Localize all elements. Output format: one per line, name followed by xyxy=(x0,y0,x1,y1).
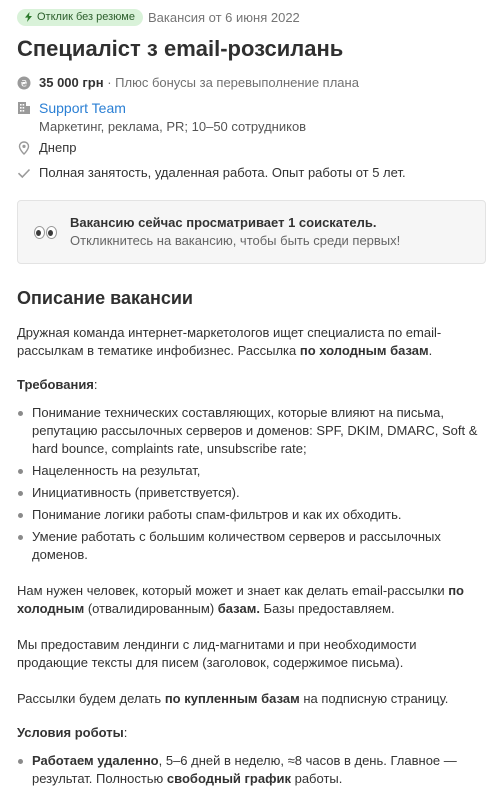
eyes-icon xyxy=(34,225,60,239)
description-paragraph: Рассылки будем делать по купленным базам… xyxy=(17,691,449,706)
posted-date: Вакансия от 6 июня 2022 xyxy=(147,9,300,25)
building-icon xyxy=(17,99,39,115)
coin-icon: ₴ xyxy=(17,74,39,90)
company-details: Маркетинг, реклама, PR; 10–50 сотруднико… xyxy=(39,119,307,134)
requirements-label: Требования: xyxy=(17,377,98,392)
vacancy-meta: ₴ 35 000 грн · Плюс бонусы за перевыполн… xyxy=(17,74,486,186)
list-item: Понимание логики работы спам-фильтров и … xyxy=(17,506,486,524)
svg-text:₴: ₴ xyxy=(21,80,28,90)
notice-title: Вакансию сейчас просматривает 1 соискате… xyxy=(70,215,377,230)
list-item: Умение работать с большим количеством се… xyxy=(17,528,486,564)
employment-details: Полная занятость, удаленная работа. Опыт… xyxy=(39,165,406,180)
conditions-label: Условия роботы: xyxy=(17,725,128,740)
checkmark-icon xyxy=(17,164,39,180)
viewers-notice: Вакансию сейчас просматривает 1 соискате… xyxy=(17,200,486,264)
description-paragraph: Мы предоставим лендинги с лид-магнитами … xyxy=(17,637,417,670)
company-row: Support Team Маркетинг, реклама, PR; 10–… xyxy=(17,99,486,136)
conditions-list: Работаем удаленно, 5–6 дней в неделю, ≈8… xyxy=(17,752,486,788)
vacancy-header-meta: Отклик без резюме Вакансия от 6 июня 202… xyxy=(17,8,486,26)
location-pin-icon xyxy=(17,139,39,155)
description-heading: Описание вакансии xyxy=(17,288,194,308)
description-intro: Дружная команда интернет-маркетологов ищ… xyxy=(17,325,442,358)
list-item: Работаем удаленно, 5–6 дней в неделю, ≈8… xyxy=(17,752,486,788)
vacancy-page: Отклик без резюме Вакансия от 6 июня 202… xyxy=(0,0,503,788)
salary-row: ₴ 35 000 грн · Плюс бонусы за перевыполн… xyxy=(17,74,486,96)
lightning-icon xyxy=(25,12,32,22)
location: Днепр xyxy=(39,140,77,155)
list-item: Инициативность (приветствуется). xyxy=(17,484,486,502)
location-row: Днепр xyxy=(17,139,486,161)
badge-label: Отклик без резюме xyxy=(37,10,135,23)
salary-note: · Плюс бонусы за перевыполнение плана xyxy=(107,75,359,90)
vacancy-title: Специаліст з email-розсилань xyxy=(17,36,344,61)
notice-subtitle: Откликнитесь на вакансию, чтобы быть сре… xyxy=(70,233,401,248)
list-item: Понимание технических составляющих, кото… xyxy=(17,404,486,458)
salary-amount: 35 000 грн xyxy=(39,75,104,90)
requirements-list: Понимание технических составляющих, кото… xyxy=(17,404,486,564)
list-item: Нацеленность на результат, xyxy=(17,462,486,480)
description-paragraph: Нам нужен человек, который может и знает… xyxy=(17,583,464,616)
employment-row: Полная занятость, удаленная работа. Опыт… xyxy=(17,164,486,186)
company-link[interactable]: Support Team xyxy=(39,100,126,116)
no-resume-badge: Отклик без резюме xyxy=(17,8,143,26)
